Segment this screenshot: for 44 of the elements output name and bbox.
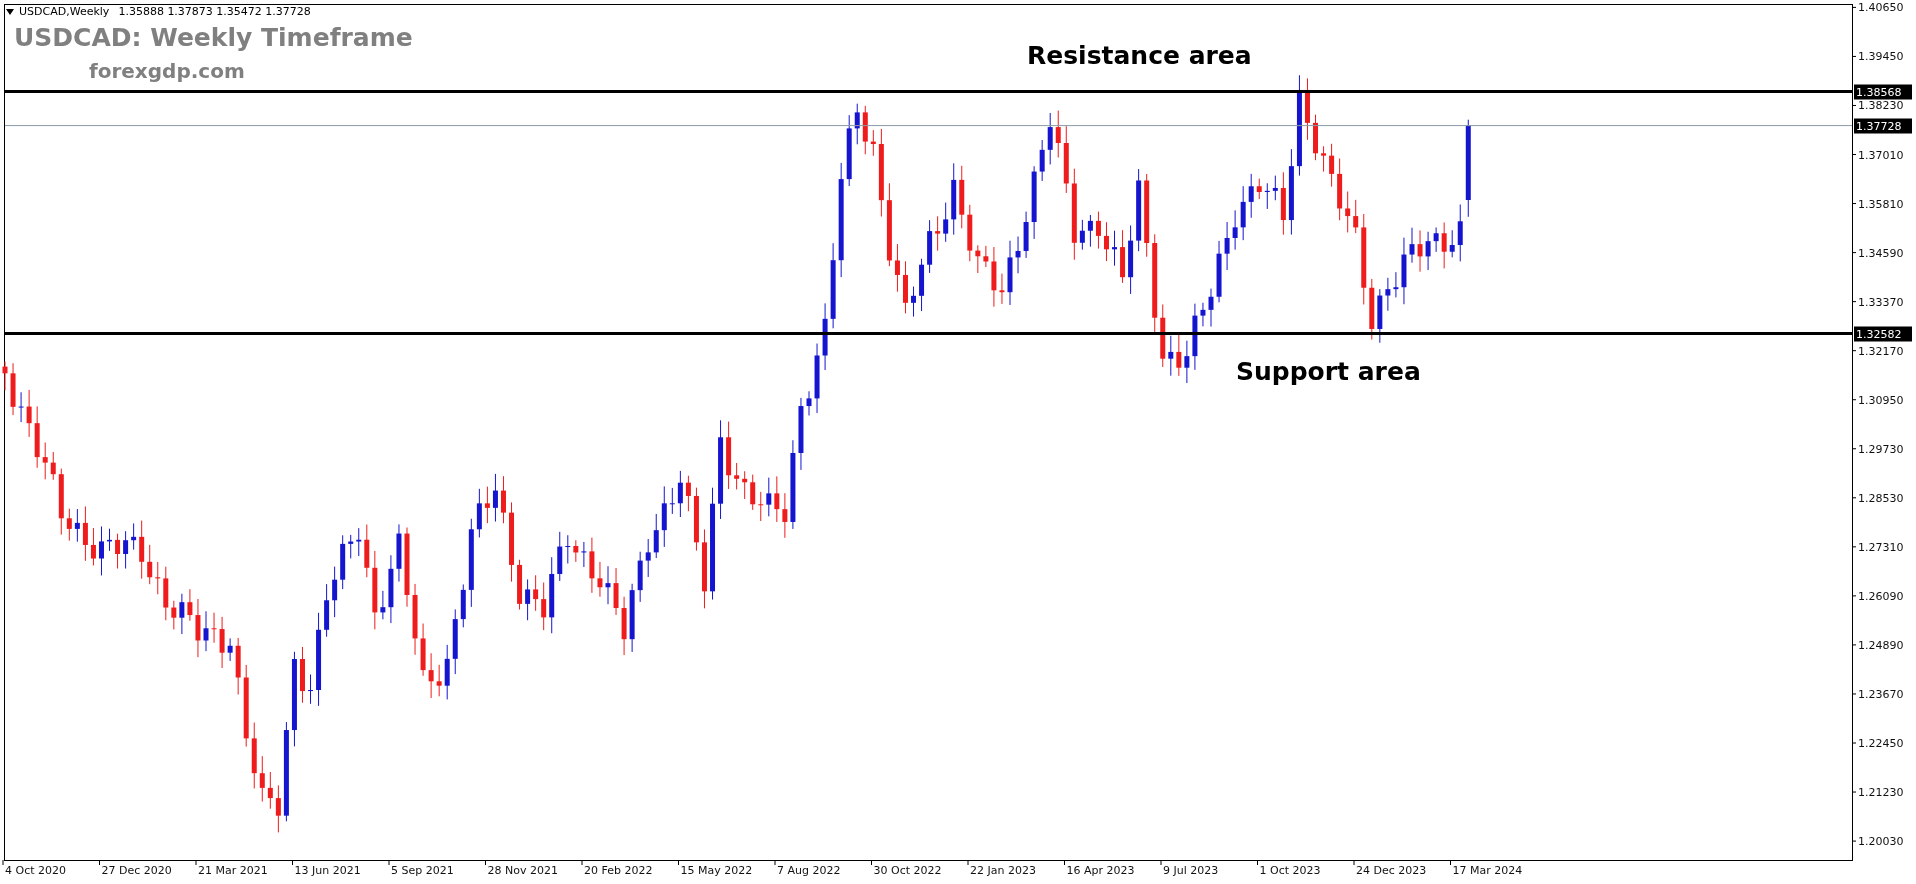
- price-axis-label: 1.37010: [1858, 148, 1904, 161]
- symbol-label: USDCAD,Weekly: [19, 5, 110, 19]
- price-axis-label: 1.29730: [1858, 442, 1904, 456]
- time-axis-label: 13 Jun 2021: [294, 864, 361, 878]
- ohlc-values: 1.35888 1.37873 1.35472 1.37728: [118, 5, 311, 19]
- price-axis-label: 1.26090: [1858, 589, 1904, 603]
- time-axis-label: 28 Nov 2021: [487, 864, 558, 878]
- dropdown-triangle-icon[interactable]: [6, 9, 14, 15]
- price-axis-label: 1.32170: [1858, 344, 1904, 358]
- time-axis-label: 5 Sep 2021: [391, 864, 454, 878]
- time-axis-label: 20 Feb 2022: [584, 864, 653, 878]
- price-axis-label: 1.23670: [1858, 687, 1904, 701]
- price-axis-label: 1.20030: [1858, 834, 1904, 848]
- price-axis-label: 1.33370: [1858, 295, 1904, 309]
- price-axis-label: 1.28530: [1858, 491, 1904, 505]
- website-label: forexgdp.com: [89, 58, 245, 85]
- time-axis-label: 7 Aug 2022: [777, 864, 841, 878]
- price-tag: 1.38568: [1854, 84, 1912, 100]
- price-axis-label: 1.30950: [1858, 393, 1904, 407]
- time-axis-label: 27 Dec 2020: [101, 864, 172, 878]
- price-axis-label: 1.34590: [1858, 246, 1904, 260]
- time-axis-label: 22 Jan 2023: [970, 864, 1036, 878]
- time-axis-label: 1 Oct 2023: [1259, 864, 1321, 878]
- price-axis-label: 1.22450: [1858, 736, 1904, 750]
- time-axis-label: 9 Jul 2023: [1163, 864, 1219, 878]
- time-axis-label: 21 Mar 2021: [198, 864, 268, 878]
- price-axis-label: 1.38230: [1858, 98, 1904, 112]
- time-axis-label: 30 Oct 2022: [873, 864, 942, 878]
- resistance-label: Resistance area: [1027, 40, 1252, 72]
- price-axis-label: 1.21230: [1858, 785, 1904, 799]
- price-axis-label: 1.39450: [1858, 49, 1904, 63]
- price-axis-label: 1.27310: [1858, 540, 1904, 554]
- time-axis-label: 24 Dec 2023: [1356, 864, 1427, 878]
- price-axis-label: 1.24890: [1858, 638, 1904, 652]
- time-axis-label: 17 Mar 2024: [1452, 864, 1523, 878]
- time-axis-label: 16 Apr 2023: [1066, 864, 1135, 878]
- price-tag: 1.32582: [1854, 326, 1912, 342]
- price-tag: 1.37728: [1854, 118, 1912, 134]
- chart-title: USDCAD: Weekly Timeframe: [14, 22, 413, 54]
- support-label: Support area: [1236, 356, 1421, 388]
- price-axis-label: 1.35810: [1858, 197, 1904, 211]
- time-axis-label: 15 May 2022: [680, 864, 753, 878]
- time-axis-label: 4 Oct 2020: [5, 864, 66, 878]
- price-axis-label: 1.40650: [1858, 0, 1904, 14]
